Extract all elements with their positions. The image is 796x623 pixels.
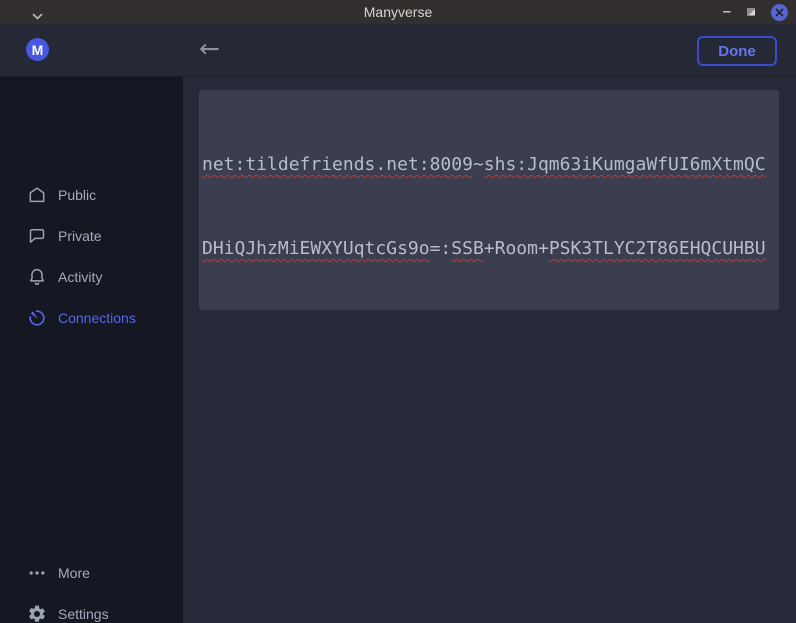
- bell-icon: [27, 267, 47, 287]
- sidebar-item-activity[interactable]: Activity: [0, 256, 183, 298]
- sidebar-item-label: Public: [58, 187, 96, 203]
- main-content: net:tildefriends.net:8009~shs:Jqm63iKumg…: [183, 77, 796, 623]
- window-controls: –: [723, 0, 788, 24]
- sidebar-item-label: Activity: [58, 269, 102, 285]
- invite-code-segment: PSK3TLYC2T86EHQCUHBU: [549, 238, 766, 259]
- sidebar-item-public[interactable]: Public: [0, 174, 183, 216]
- invite-code-segment: net:tildefriends.net:8009: [202, 154, 473, 175]
- invite-code-line: net:tildefriends.net:8009~shs:Jqm63iKumg…: [202, 151, 776, 179]
- invite-code-segment: shs:Jqm63iKumgaWfUI6mXtmQC: [484, 154, 766, 175]
- gear-icon: [27, 604, 47, 623]
- close-button[interactable]: [771, 4, 788, 21]
- window-title: Manyverse: [0, 0, 796, 24]
- sidebar-item-label: Connections: [58, 310, 136, 326]
- ellipsis-icon: [27, 563, 47, 583]
- invite-code-segment: =:: [430, 238, 452, 259]
- sidebar: Public Private Activity Connections Mo: [0, 77, 183, 623]
- sidebar-item-label: Private: [58, 228, 102, 244]
- restore-button[interactable]: [746, 7, 756, 17]
- sidebar-item-label: More: [58, 565, 90, 581]
- sidebar-item-label: Settings: [58, 606, 109, 622]
- manyverse-window: Manyverse – M ← Done Public Private: [0, 0, 796, 623]
- back-arrow-icon[interactable]: ←: [199, 34, 220, 64]
- invite-code-segment: ~: [473, 154, 484, 175]
- minimize-button[interactable]: –: [723, 0, 731, 24]
- sidebar-item-connections[interactable]: Connections: [0, 297, 183, 339]
- speech-bubble-icon: [27, 226, 47, 246]
- app-top-bar: M ← Done: [0, 24, 796, 77]
- sidebar-item-private[interactable]: Private: [0, 215, 183, 257]
- sidebar-item-settings[interactable]: Settings: [0, 593, 183, 623]
- connections-dial-icon: [27, 308, 47, 328]
- invite-code-segment: +Room+: [484, 238, 549, 259]
- home-icon: [27, 185, 47, 205]
- invite-code-segment: SSB: [451, 238, 484, 259]
- titlebar[interactable]: Manyverse –: [0, 0, 796, 24]
- manyverse-logo-icon: M: [26, 38, 49, 61]
- invite-code-line: DHiQJhzMiEWXYUqtcGs9o=:SSB+Room+PSK3TLYC…: [202, 235, 776, 263]
- invite-code-input[interactable]: net:tildefriends.net:8009~shs:Jqm63iKumg…: [199, 90, 779, 310]
- invite-code-segment: DHiQJhzMiEWXYUqtcGs9o: [202, 238, 430, 259]
- sidebar-item-more[interactable]: More: [0, 552, 183, 594]
- done-button[interactable]: Done: [697, 36, 777, 66]
